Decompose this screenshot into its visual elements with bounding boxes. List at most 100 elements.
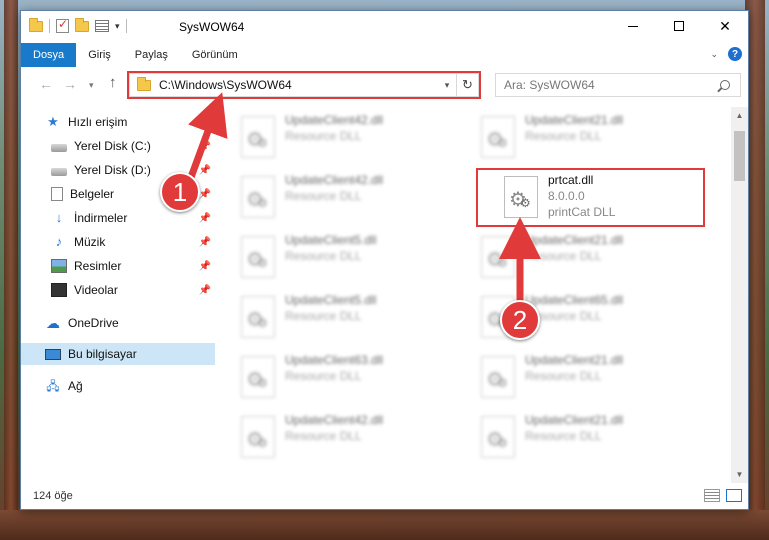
sidebar-item-label: Bu bilgisayar [68,347,137,361]
up-arrow-icon[interactable]: ↑ [109,74,117,91]
sidebar-item-music[interactable]: ♪ Müzik 📌 [21,231,215,253]
file-type: Resource DLL [285,369,362,383]
file-type: Resource DLL [285,129,362,143]
file-type: Resource DLL [285,189,362,203]
file-item[interactable]: UpdateClient21.dll Resource DLL [475,113,705,165]
address-dropdown-chevron-icon[interactable]: ▾ [438,80,456,91]
file-item[interactable]: UpdateClient5.dll Resource DLL [235,233,465,285]
vertical-scrollbar[interactable]: ▲ ▼ [731,107,748,483]
file-name: UpdateClient5.dll [285,293,377,307]
folder-icon [137,76,151,91]
pin-icon[interactable]: 📌 [199,165,211,176]
file-name: UpdateClient42.dll [285,173,384,187]
step-callout-2: 2 [500,300,540,340]
file-item[interactable]: UpdateClient42.dll Resource DLL [235,413,465,465]
pin-icon[interactable]: 📌 [199,213,211,224]
dll-file-icon [481,416,515,458]
documents-icon [51,187,63,201]
file-item[interactable]: UpdateClient5.dll Resource DLL [235,293,465,345]
separator [49,19,50,33]
file-name: UpdateClient42.dll [285,113,384,127]
file-name: UpdateClient21.dll [525,353,624,367]
file-item[interactable]: UpdateClient63.dll Resource DLL [235,353,465,405]
file-type: Resource DLL [285,429,362,443]
sidebar-item-videos[interactable]: Videolar 📌 [21,279,215,301]
sidebar-item-quick-access[interactable]: ★ Hızlı erişim [21,111,215,133]
address-path[interactable]: C:\Windows\SysWOW64 [159,78,438,92]
tab-file[interactable]: Dosya [21,43,77,67]
file-type: Resource DLL [285,309,362,323]
file-item[interactable]: UpdateClient21.dll Resource DLL [475,413,705,465]
file-name: UpdateClient21.dll [525,413,624,427]
file-name: UpdateClient21.dll [525,233,624,247]
search-input[interactable]: Ara: SysWOW64 [504,78,720,92]
maximize-button[interactable] [656,11,702,41]
file-type: Resource DLL [285,249,362,263]
forward-arrow-icon[interactable]: → [63,76,77,92]
sidebar-item-label: Hızlı erişim [68,115,128,129]
expand-ribbon-chevron-icon[interactable]: ⌄ [710,49,718,60]
help-icon[interactable]: ? [728,47,742,61]
file-version: 8.0.0.0 [548,189,585,203]
title-bar: ▾ SysWOW64 ✕ [21,11,748,43]
minimize-icon [628,25,638,27]
sidebar-item-label: Resimler [74,259,122,273]
dll-file-icon [241,296,275,338]
navigation-pane: ★ Hızlı erişim Yerel Disk (C:) 📌 Yerel D… [21,107,215,483]
sidebar-item-label: Yerel Disk (C:) [74,139,151,153]
dll-file-icon [241,176,275,218]
computer-icon [45,348,61,360]
tab-home[interactable]: Giriş [76,43,123,67]
pin-icon[interactable]: 📌 [199,189,211,200]
large-icons-view-icon[interactable] [726,489,742,502]
tab-share[interactable]: Paylaş [123,43,180,67]
pin-icon[interactable]: 📌 [199,285,211,296]
recent-locations-chevron-icon[interactable]: ▾ [89,80,94,91]
close-button[interactable]: ✕ [702,11,748,41]
dll-file-icon [504,176,538,218]
sidebar-item-pictures[interactable]: Resimler 📌 [21,255,215,277]
dll-file-icon [241,236,275,278]
status-bar: 124 öğe [21,483,748,509]
file-name: prtcat.dll [548,173,594,187]
sidebar-item-label: Ağ [68,379,83,393]
separator [125,19,127,33]
pin-icon[interactable]: 📌 [199,261,211,272]
dll-file-icon [241,116,275,158]
scroll-up-arrow-icon[interactable]: ▲ [731,107,748,124]
pin-icon[interactable]: 📌 [199,141,211,152]
file-item[interactable]: UpdateClient42.dll Resource DLL [235,113,465,165]
file-item[interactable]: UpdateClient21.dll Resource DLL [475,353,705,405]
pin-icon[interactable]: 📌 [199,237,211,248]
explorer-window: ▾ SysWOW64 ✕ Dosya Giriş Paylaş Görünüm … [20,10,749,510]
sidebar-item-label: Yerel Disk (D:) [74,163,151,177]
file-item-prtcat[interactable]: prtcat.dll 8.0.0.0 printCat DLL [498,173,728,225]
view-list-icon[interactable] [95,20,109,32]
new-folder-icon[interactable] [75,17,89,32]
details-view-icon[interactable] [704,489,720,502]
network-icon: 🖧 [46,379,60,393]
address-bar[interactable]: C:\Windows\SysWOW64 ▾ ↻ [129,73,479,97]
file-item[interactable]: UpdateClient21.dll Resource DLL [475,233,705,285]
sidebar-item-onedrive[interactable]: ☁ OneDrive [21,312,215,334]
back-arrow-icon[interactable]: ← [39,76,53,92]
properties-check-icon[interactable] [56,17,69,33]
minimize-button[interactable] [610,11,656,41]
file-name: UpdateClient21.dll [525,113,624,127]
file-type: Resource DLL [525,129,602,143]
sidebar-item-local-disk-c[interactable]: Yerel Disk (C:) 📌 [21,135,215,157]
file-item[interactable]: UpdateClient42.dll Resource DLL [235,173,465,225]
refresh-icon[interactable]: ↻ [456,74,478,96]
sidebar-item-this-pc[interactable]: Bu bilgisayar [21,343,215,365]
file-type: Resource DLL [525,369,602,383]
dll-file-icon [481,236,515,278]
sidebar-item-network[interactable]: 🖧 Ağ [21,375,215,397]
scroll-thumb[interactable] [734,131,745,181]
file-name: UpdateClient5.dll [285,233,377,247]
scroll-down-arrow-icon[interactable]: ▼ [731,466,748,483]
tab-view[interactable]: Görünüm [180,43,250,67]
customize-toolbar-dropdown-icon[interactable]: ▾ [115,21,120,32]
search-box[interactable]: Ara: SysWOW64 [495,73,741,97]
cloud-icon: ☁ [46,315,60,331]
navigation-bar: ← → ▾ ↑ C:\Windows\SysWOW64 ▾ ↻ Ara: Sys… [21,71,748,99]
